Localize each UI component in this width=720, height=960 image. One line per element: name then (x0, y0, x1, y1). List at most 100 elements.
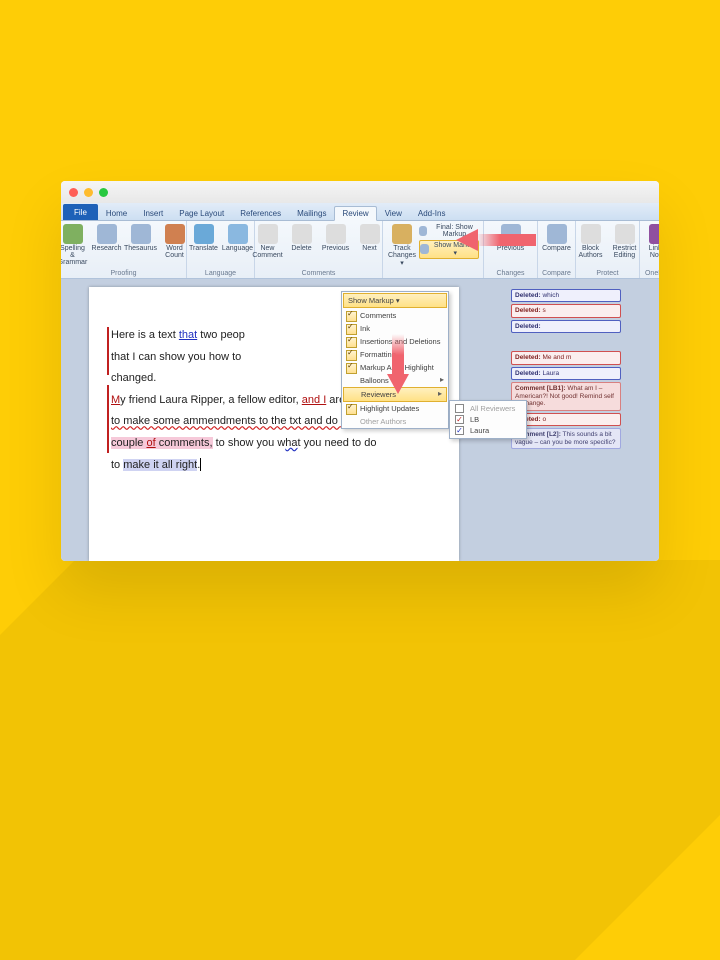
deleted-balloon[interactable]: Deleted: (511, 320, 621, 333)
wordcount-icon (165, 224, 185, 244)
research-icon (97, 224, 117, 244)
reviewer-all[interactable]: All Reviewers (452, 403, 524, 414)
show-markup-menu: Show Markup ▾ Comments Ink Insertions an… (341, 291, 449, 429)
body-text: two peop (197, 329, 245, 341)
group-protect: Protect (596, 270, 618, 277)
spelling-button[interactable]: Spelling & Grammar (61, 223, 88, 267)
track-changes-button[interactable]: Track Changes ▾ (387, 223, 417, 268)
ribbon-tabs: File Home Insert Page Layout References … (61, 203, 659, 221)
tab-file[interactable]: File (63, 204, 98, 220)
inserted-text: M (111, 394, 120, 406)
checkbox-icon: ✓ (455, 415, 464, 424)
reviewer-laura[interactable]: ✓Laura (452, 425, 524, 436)
deleted-balloon[interactable]: Deleted: s (511, 304, 621, 317)
menu-other-authors[interactable]: Other Authors (342, 415, 448, 428)
block-authors-button[interactable]: Block Authors (576, 223, 606, 260)
text-cursor-icon (200, 458, 201, 471)
language-icon (228, 224, 248, 244)
group-language: Language (205, 270, 236, 277)
document-area: Show Markup ▾ Comments Ink Insertions an… (61, 279, 659, 561)
tab-page-layout[interactable]: Page Layout (171, 206, 232, 220)
body-text: that I can show you how to (111, 351, 241, 363)
tab-mailings[interactable]: Mailings (289, 206, 334, 220)
highlighted-text: couple (111, 437, 146, 449)
onenote-icon (649, 224, 659, 244)
close-icon[interactable] (69, 188, 78, 197)
titlebar (61, 181, 659, 203)
display-mode-dropdown[interactable]: Final: Show Markup (419, 223, 479, 239)
show-markup-dropdown[interactable]: Show Markup ▾ (419, 240, 479, 259)
app-window: File Home Insert Page Layout References … (61, 181, 659, 561)
checkbox-icon: ✓ (455, 426, 464, 435)
track-changes-icon (392, 224, 412, 244)
group-onenote: OneNote (645, 270, 659, 277)
linked-notes-button[interactable]: Linked Notes (644, 223, 659, 260)
deleted-balloon[interactable]: Deleted: o (511, 413, 621, 426)
deleted-balloon[interactable]: Deleted: Me and m (511, 351, 621, 364)
deleted-balloon[interactable]: Deleted: Laura (511, 367, 621, 380)
tab-references[interactable]: References (232, 206, 289, 220)
group-comments: Comments (302, 270, 336, 277)
menu-ink[interactable]: Ink (342, 322, 448, 335)
body-text: y friend Laura Ripper, a fellow editor, (120, 394, 302, 406)
restrict-icon (615, 224, 635, 244)
tab-view[interactable]: View (377, 206, 410, 220)
reviewer-lb[interactable]: ✓LB (452, 414, 524, 425)
highlighted-text: make it all right (123, 459, 197, 471)
thesaurus-icon (131, 224, 151, 244)
language-button[interactable]: Language (223, 223, 253, 253)
menu-reviewers[interactable]: Reviewers (343, 387, 447, 402)
inserted-text: and I (302, 394, 326, 406)
reviewers-submenu: All Reviewers ✓LB ✓Laura (449, 400, 527, 439)
inserted-text: that (179, 329, 197, 341)
comment-balloon[interactable]: Comment [LB1]: What am I – American?! No… (511, 382, 621, 410)
next-comment-button[interactable]: Next (355, 223, 385, 253)
inserted-text: of (146, 437, 155, 449)
menu-header[interactable]: Show Markup ▾ (343, 293, 447, 308)
prev-comment-button[interactable]: Previous (321, 223, 351, 253)
doc-icon (419, 226, 427, 236)
deleted-balloon[interactable]: Deleted: which (511, 289, 621, 302)
body-text: t you need to do (298, 437, 377, 449)
menu-comments[interactable]: Comments (342, 309, 448, 322)
body-text: to make some ammendments to the txt and … (111, 415, 341, 427)
ribbon: Spelling & Grammar Research Thesaurus Wo… (61, 221, 659, 279)
new-comment-button[interactable]: New Comment (253, 223, 283, 260)
zoom-icon[interactable] (99, 188, 108, 197)
comment-balloon[interactable]: Comment [L2]: This sounds a bit vague – … (511, 428, 621, 449)
menu-highlight-updates[interactable]: Highlight Updates (342, 402, 448, 415)
block-authors-icon (581, 224, 601, 244)
body-text: to show you w (213, 437, 286, 449)
menu-formatting[interactable]: Formatting (342, 348, 448, 361)
tab-addins[interactable]: Add-Ins (410, 206, 454, 220)
markup-margin: Deleted: which Deleted: s Deleted: Delet… (511, 289, 621, 561)
wordcount-button[interactable]: Word Count (160, 223, 190, 260)
body-text: to (111, 459, 123, 471)
body-text: Here is a text (111, 329, 179, 341)
tab-home[interactable]: Home (98, 206, 135, 220)
group-proofing: Proofing (110, 270, 136, 277)
group-changes: Changes (496, 270, 524, 277)
tab-review[interactable]: Review (334, 206, 376, 221)
prev-change-button[interactable]: Previous (488, 223, 534, 253)
menu-markup-highlight[interactable]: Markup Area Highlight (342, 361, 448, 374)
menu-balloons[interactable]: Balloons (342, 374, 448, 387)
tab-insert[interactable]: Insert (135, 206, 171, 220)
delete-icon (292, 224, 312, 244)
body-text: ha (285, 437, 297, 449)
next-icon (360, 224, 380, 244)
body-text: changed. (111, 372, 156, 384)
compare-button[interactable]: Compare (542, 223, 572, 253)
minimize-icon[interactable] (84, 188, 93, 197)
delete-comment-button[interactable]: Delete (287, 223, 317, 253)
markup-icon (420, 244, 429, 254)
restrict-editing-button[interactable]: Restrict Editing (610, 223, 640, 260)
research-button[interactable]: Research (92, 223, 122, 253)
checkbox-icon (455, 404, 464, 413)
menu-insertions-deletions[interactable]: Insertions and Deletions (342, 335, 448, 348)
group-compare: Compare (542, 270, 571, 277)
translate-button[interactable]: Translate (189, 223, 219, 253)
thesaurus-button[interactable]: Thesaurus (126, 223, 156, 253)
previous-icon (326, 224, 346, 244)
compare-icon (547, 224, 567, 244)
